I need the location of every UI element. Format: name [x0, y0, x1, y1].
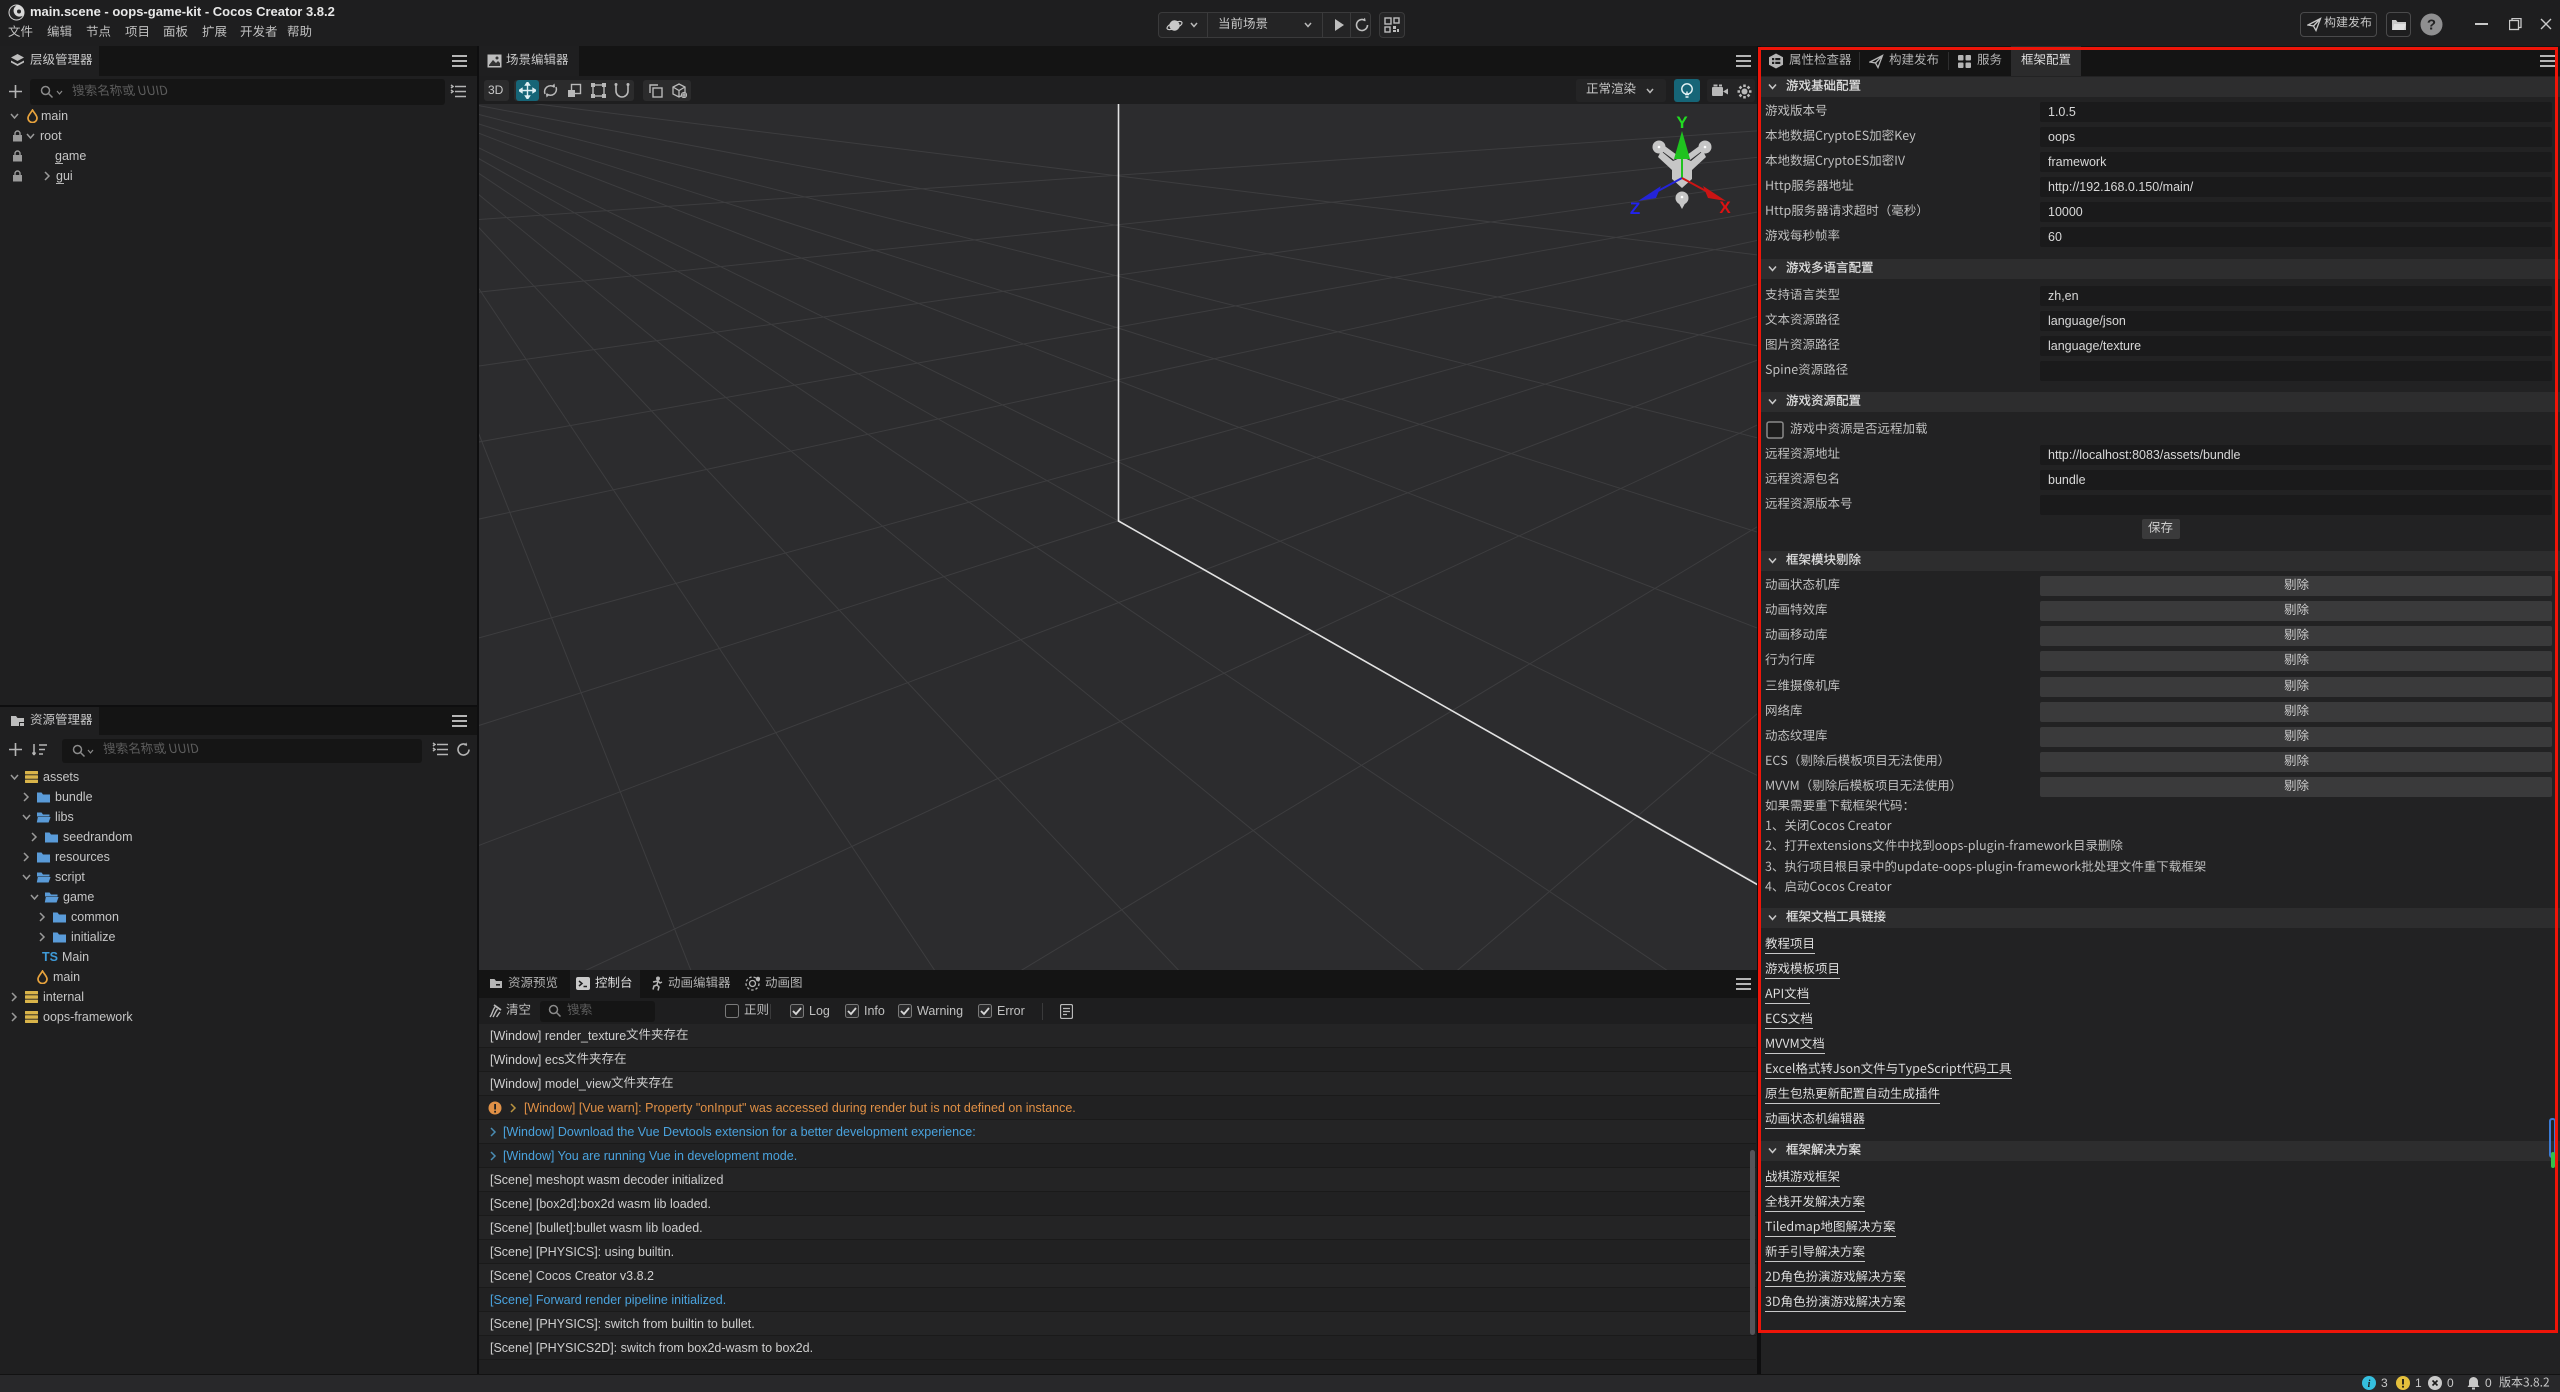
svg-text:X: X — [1719, 198, 1731, 217]
svg-text:Z: Z — [1630, 199, 1640, 218]
svg-text:i: i — [2368, 1379, 2371, 1390]
svg-text:?: ? — [2427, 17, 2436, 34]
svg-text:Y: Y — [1676, 113, 1688, 132]
